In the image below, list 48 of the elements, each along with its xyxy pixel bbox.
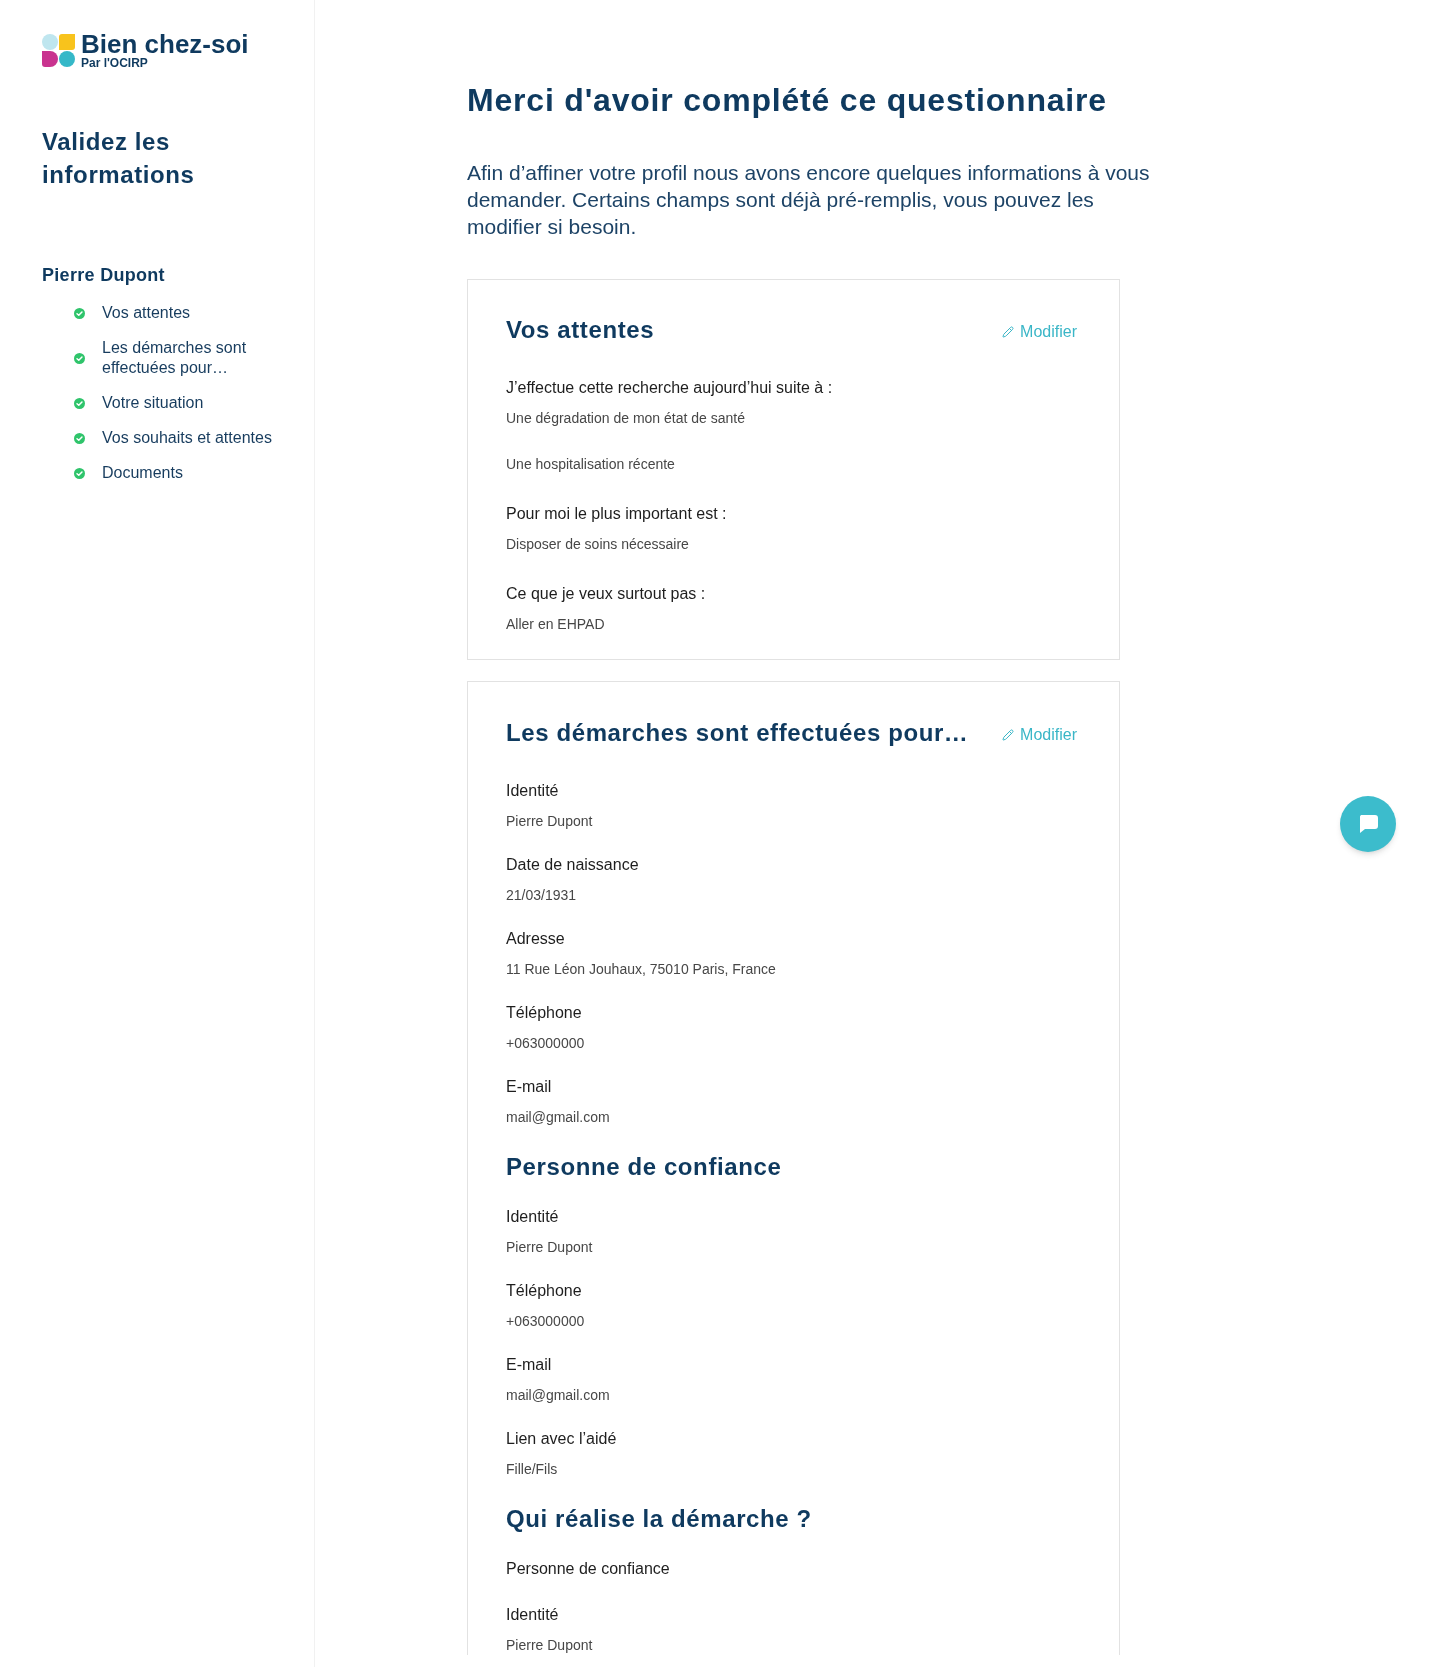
step-link[interactable]: Vos attentes bbox=[102, 303, 302, 323]
field-label: Identité bbox=[506, 1207, 560, 1227]
field-value: Pierre Dupont bbox=[506, 812, 594, 831]
card-title: Les démarches sont effectuées pour… bbox=[506, 718, 969, 748]
step-link[interactable]: Documents bbox=[102, 463, 302, 483]
field-label: Téléphone bbox=[506, 1281, 583, 1301]
field-value: Fille/Fils bbox=[506, 1460, 559, 1479]
pencil-icon bbox=[1002, 729, 1015, 741]
field-value: 11 Rue Léon Jouhaux, 75010 Paris, France bbox=[506, 960, 777, 979]
chat-button[interactable] bbox=[1340, 796, 1396, 852]
field-value: mail@gmail.com bbox=[506, 1108, 611, 1127]
intro-text: Afin d’affiner votre profil nous avons encore quelques informations à vous demander. Certains champs sont déjà pré-remplis, vous pouvez les modifier si besoin. bbox=[467, 160, 1151, 240]
person-name: Pierre Dupont bbox=[42, 264, 166, 287]
answer-text: Personne de confiance bbox=[506, 1559, 671, 1579]
sidebar-title: Validez les informations bbox=[42, 127, 196, 190]
step-link[interactable]: Vos souhaits et attentes bbox=[102, 428, 302, 448]
field-label: E-mail bbox=[506, 1355, 553, 1375]
field-value: +063000000 bbox=[506, 1312, 586, 1331]
field-label: Lien avec l’aidé bbox=[506, 1429, 618, 1449]
answer-text: Aller en EHPAD bbox=[506, 615, 606, 634]
step-link[interactable]: Les démarches sont effectuées pour… bbox=[102, 338, 302, 378]
field-label: Adresse bbox=[506, 929, 566, 949]
section-heading: Personne de confiance bbox=[506, 1152, 783, 1182]
field-value: mail@gmail.com bbox=[506, 1386, 611, 1405]
step-link[interactable]: Votre situation bbox=[102, 393, 302, 413]
logo-icon bbox=[42, 33, 75, 67]
answer-text: Une hospitalisation récente bbox=[506, 455, 676, 474]
field-value: 21/03/1931 bbox=[506, 886, 578, 905]
question-label: J’effectue cette recherche aujourd’hui suite à : bbox=[506, 378, 834, 398]
field-label: Date de naissance bbox=[506, 855, 640, 875]
field-label: Identité bbox=[506, 1605, 560, 1625]
question-label: Ce que je veux surtout pas : bbox=[506, 584, 707, 604]
card-title: Vos attentes bbox=[506, 315, 655, 345]
page-title: Merci d'avoir complété ce questionnaire bbox=[467, 81, 1108, 120]
field-label: Identité bbox=[506, 781, 560, 801]
logo-tagline: Par l'OCIRP bbox=[81, 57, 149, 69]
section-heading: Qui réalise la démarche ? bbox=[506, 1504, 813, 1534]
field-value: +063000000 bbox=[506, 1034, 586, 1053]
answer-text: Une dégradation de mon état de santé bbox=[506, 409, 746, 428]
field-value: Pierre Dupont bbox=[506, 1238, 594, 1257]
logo-title: Bien chez-soi bbox=[81, 31, 249, 57]
pencil-icon bbox=[1002, 326, 1015, 338]
field-label: Téléphone bbox=[506, 1003, 583, 1023]
answer-text: Disposer de soins nécessaire bbox=[506, 535, 690, 554]
question-label: Pour moi le plus important est : bbox=[506, 504, 728, 524]
field-value: Pierre Dupont bbox=[506, 1636, 594, 1655]
field-label: E-mail bbox=[506, 1077, 553, 1097]
chat-bubble-icon bbox=[1357, 813, 1379, 835]
